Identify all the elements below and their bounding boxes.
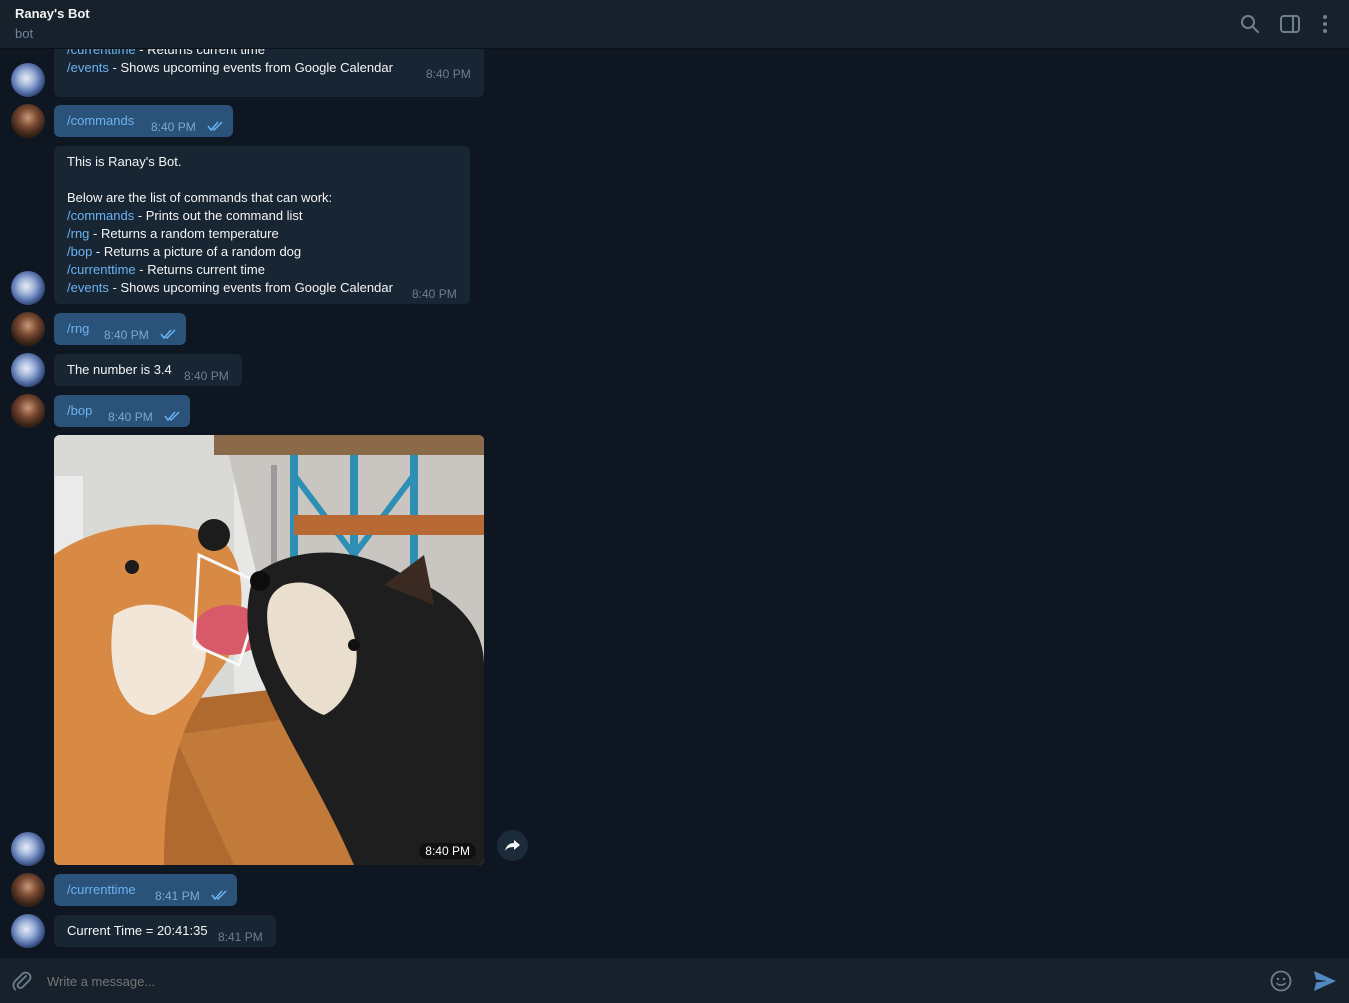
message-composer (0, 958, 1349, 1003)
command-link[interactable]: /events (67, 60, 109, 75)
photo-time: 8:40 PM (419, 843, 476, 859)
chat-title: Ranay's Bot (15, 6, 90, 21)
user-message[interactable]: /commands 8:40 PM (54, 105, 233, 137)
command-link[interactable]: /bop (67, 244, 92, 259)
command-link[interactable]: /rng (67, 226, 89, 241)
message-text: This is Ranay's Bot. (67, 154, 182, 169)
message-text[interactable]: /commands (67, 112, 134, 130)
user-message[interactable]: /rng 8:40 PM (54, 313, 186, 345)
double-check-icon (160, 329, 176, 340)
dog-photo[interactable]: 8:40 PM (54, 435, 484, 865)
message-time: 8:40 PM (151, 120, 196, 134)
message-text[interactable]: /rng (67, 320, 89, 338)
share-icon (505, 840, 520, 851)
command-description: - Prints out the command list (134, 208, 303, 223)
share-button[interactable] (497, 830, 528, 861)
user-avatar[interactable] (11, 104, 45, 138)
double-check-icon (211, 890, 227, 901)
command-link[interactable]: /commands (67, 208, 134, 223)
command-line: /currenttime - Returns current time (67, 49, 265, 59)
command-line: /commands - Prints out the command list (67, 207, 303, 225)
command-link[interactable]: /events (67, 280, 109, 295)
bot-avatar[interactable] (11, 63, 45, 97)
message-time: 8:40 PM (426, 67, 471, 81)
search-icon[interactable] (1238, 12, 1262, 36)
bot-avatar[interactable] (11, 271, 45, 305)
bot-message[interactable]: Current Time = 20:41:35 8:41 PM (54, 915, 276, 947)
command-description: - Returns current time (135, 49, 265, 57)
command-line: /currenttime - Returns current time (67, 261, 265, 279)
command-description: - Shows upcoming events from Google Cale… (108, 60, 393, 75)
bot-message[interactable]: The number is 3.4 8:40 PM (54, 354, 242, 386)
bot-avatar[interactable] (11, 353, 45, 387)
command-description: - Shows upcoming events from Google Cale… (108, 280, 393, 295)
more-vertical-icon[interactable] (1313, 12, 1337, 36)
send-icon[interactable] (1312, 969, 1338, 993)
command-link[interactable]: /currenttime (67, 49, 136, 57)
message-text[interactable]: /currenttime (67, 881, 136, 899)
message-text: Below are the list of commands that can … (67, 190, 333, 205)
bot-message[interactable]: This is Ranay's Bot. Below are the list … (54, 146, 470, 304)
command-link[interactable]: /currenttime (67, 262, 136, 277)
message-time: 8:40 PM (108, 410, 153, 424)
emoji-icon[interactable] (1269, 969, 1293, 993)
message-text: Current Time = 20:41:35 (67, 923, 208, 938)
double-check-icon (207, 121, 223, 132)
command-line: /bop - Returns a picture of a random dog (67, 243, 301, 261)
message-time: 8:40 PM (184, 369, 229, 383)
command-line: /events - Shows upcoming events from Goo… (67, 59, 393, 77)
command-line: /events - Shows upcoming events from Goo… (67, 279, 393, 297)
message-time: 8:40 PM (412, 287, 457, 301)
bot-avatar[interactable] (11, 832, 45, 866)
sidebar-toggle-icon[interactable] (1278, 12, 1302, 36)
command-description: - Returns a picture of a random dog (92, 244, 302, 259)
message-time: 8:40 PM (104, 328, 149, 342)
bot-message[interactable]: /currenttime - Returns current time /eve… (54, 49, 484, 97)
attach-icon[interactable] (11, 970, 33, 992)
command-description: - Returns current time (135, 262, 265, 277)
user-avatar[interactable] (11, 312, 45, 346)
double-check-icon (164, 411, 180, 422)
user-message[interactable]: /currenttime 8:41 PM (54, 874, 237, 906)
user-avatar[interactable] (11, 873, 45, 907)
chat-header[interactable]: Ranay's Bot bot (0, 0, 1349, 49)
message-text: The number is 3.4 (67, 362, 172, 377)
user-message[interactable]: /bop 8:40 PM (54, 395, 190, 427)
message-input[interactable] (45, 966, 1249, 996)
dog-photo-illustration (54, 435, 484, 865)
message-text[interactable]: /bop (67, 402, 92, 420)
user-avatar[interactable] (11, 394, 45, 428)
message-time: 8:41 PM (218, 930, 263, 944)
command-description: - Returns a random temperature (89, 226, 279, 241)
message-time: 8:41 PM (155, 889, 200, 903)
message-list[interactable]: /currenttime - Returns current time /eve… (0, 49, 1349, 958)
chat-subtitle: bot (15, 26, 34, 41)
command-line: /rng - Returns a random temperature (67, 225, 279, 243)
bot-avatar[interactable] (11, 914, 45, 948)
